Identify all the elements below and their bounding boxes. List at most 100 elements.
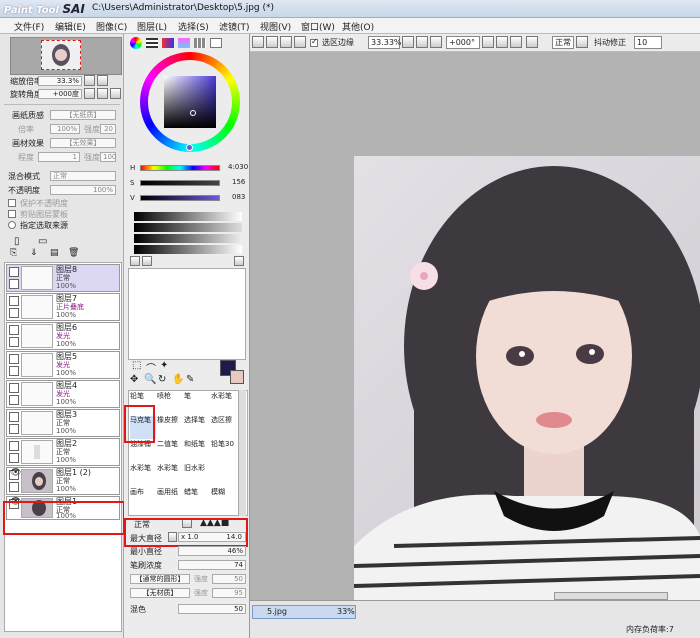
deselect-button[interactable]: [252, 36, 264, 48]
paper-scale-field[interactable]: 100%: [50, 124, 80, 134]
layer-row-4[interactable]: 图层4 发光 100%: [6, 380, 120, 408]
color-wheel[interactable]: [140, 52, 240, 152]
menu-filter[interactable]: 滤镜(T): [219, 20, 250, 33]
new-folder-icon[interactable]: ▭: [38, 236, 47, 247]
secondary-color-swatch[interactable]: [230, 370, 244, 384]
visibility-toggle[interactable]: [9, 325, 19, 335]
lock-toggle[interactable]: [9, 337, 19, 347]
rotate-right-button[interactable]: [496, 36, 508, 48]
menu-select[interactable]: 选择(S): [178, 20, 209, 33]
rotate-reset-button[interactable]: [510, 36, 522, 48]
menu-other[interactable]: 其他(O): [342, 20, 374, 33]
visibility-toggle[interactable]: 👁: [9, 468, 21, 480]
lock-toggle[interactable]: [9, 366, 19, 376]
clip-mask-checkbox[interactable]: [8, 210, 16, 218]
paper-texture-select[interactable]: 【无纸质】: [50, 110, 116, 120]
selection-source-radio[interactable]: [8, 221, 16, 229]
stabilizer-field[interactable]: 10: [634, 36, 662, 49]
mode-field[interactable]: 正常: [552, 36, 574, 49]
opacity-slider[interactable]: 100%: [50, 185, 116, 195]
brush-paper[interactable]: 画用纸: [157, 488, 183, 511]
eyedropper-icon[interactable]: ✎: [186, 374, 194, 385]
select-rect-icon[interactable]: ⬚: [132, 360, 141, 371]
scratchpad-area[interactable]: [128, 268, 246, 360]
brush-texture-strength[interactable]: 95: [212, 588, 246, 598]
brush-select-pen[interactable]: 选择笔: [184, 416, 210, 439]
brush-watercolor-2[interactable]: 水彩笔: [130, 464, 156, 487]
mode-dropdown[interactable]: [576, 36, 588, 48]
brush-texture-select[interactable]: 【无材质】: [130, 588, 190, 598]
visibility-toggle[interactable]: [9, 412, 19, 422]
scratchpad-tab-icon[interactable]: [210, 38, 222, 48]
menu-file[interactable]: 文件(F): [14, 20, 44, 33]
brush-shape-select[interactable]: 【通常的圆形】: [130, 574, 190, 584]
visibility-toggle[interactable]: [9, 383, 19, 393]
lock-toggle[interactable]: [9, 482, 19, 492]
paper-effect-strength-field[interactable]: 100: [100, 152, 116, 162]
layer-row-7[interactable]: 图层7 正片叠底 100%: [6, 293, 120, 321]
clear-layer-icon[interactable]: ▤: [50, 248, 59, 258]
brush-watercolor[interactable]: 水彩笔: [211, 392, 237, 415]
zoom-in-button[interactable]: [416, 36, 428, 48]
brush-select-eraser[interactable]: 选区擦: [211, 416, 237, 439]
menu-view[interactable]: 视图(V): [260, 20, 291, 33]
layer-row-5[interactable]: 图层5 发光 100%: [6, 351, 120, 379]
canvas-area[interactable]: [250, 52, 700, 600]
zoom-value[interactable]: 33.3%: [38, 76, 82, 86]
zoom-icon[interactable]: 🔍: [144, 374, 156, 385]
lock-toggle[interactable]: [9, 308, 19, 318]
magic-wand-icon[interactable]: ✦: [160, 360, 168, 371]
color-picker-marker[interactable]: [190, 110, 196, 116]
invert-button[interactable]: [266, 36, 278, 48]
hue-slider[interactable]: [140, 165, 220, 171]
layer-row-1-copy[interactable]: 👁 图层1 (2) 正常 100%: [6, 467, 120, 495]
menu-edit[interactable]: 编辑(E): [55, 20, 86, 33]
brush-washi[interactable]: 和纸笔: [184, 440, 210, 463]
lock-toggle[interactable]: [9, 395, 19, 405]
merge-layer-icon[interactable]: ⇓: [30, 248, 38, 258]
swatch-remove-button[interactable]: [142, 256, 152, 266]
density-field[interactable]: 74: [178, 560, 246, 570]
lock-toggle[interactable]: [9, 424, 19, 434]
color-wheel-tab-icon[interactable]: [130, 37, 142, 49]
zoom-out-nav-button[interactable]: [97, 75, 108, 86]
document-tab[interactable]: 5.jpg 33%: [252, 605, 356, 619]
zoom-field[interactable]: 33.33%: [368, 36, 402, 49]
gradient-tab-icon[interactable]: [178, 38, 190, 48]
saturation-value-square[interactable]: [164, 76, 216, 128]
visibility-toggle[interactable]: [9, 354, 19, 364]
swatch-tab-icon[interactable]: [194, 38, 206, 48]
menu-layer[interactable]: 图层(L): [137, 20, 167, 33]
menu-image[interactable]: 图像(C): [96, 20, 127, 33]
swatch-add-button[interactable]: [130, 256, 140, 266]
visibility-toggle[interactable]: [9, 296, 19, 306]
delete-layer-icon[interactable]: 🗑: [68, 248, 79, 258]
brush-shape-strength[interactable]: 50: [212, 574, 246, 584]
visibility-toggle[interactable]: [9, 441, 19, 451]
layer-row-3[interactable]: 图层3 正常 100%: [6, 409, 120, 437]
brush-canvas[interactable]: 画布: [130, 488, 156, 511]
navigator-preview[interactable]: [10, 37, 122, 75]
selection-edge-checkbox[interactable]: ✓: [310, 37, 318, 47]
hand-icon[interactable]: ✋: [172, 374, 184, 385]
menu-window[interactable]: 窗口(W): [301, 20, 335, 33]
new-layer-icon[interactable]: ▯: [14, 236, 20, 247]
saturation-slider[interactable]: [140, 180, 220, 186]
brush-blur[interactable]: 模糊: [211, 488, 237, 511]
mix-field[interactable]: 50: [178, 604, 246, 614]
layer-row-2[interactable]: 图层2 正常 100%: [6, 438, 120, 466]
min-size-field[interactable]: 46%: [178, 546, 246, 556]
lock-toggle[interactable]: [9, 279, 19, 289]
rotate-right-nav-button[interactable]: [97, 88, 108, 99]
rotation-field[interactable]: +000°: [446, 36, 480, 49]
brush-bucket[interactable]: 油漆桶: [130, 440, 156, 463]
brush-grid-scrollbar[interactable]: [238, 390, 246, 516]
brush-pen[interactable]: 笔: [184, 392, 210, 415]
zoom-in-nav-button[interactable]: [84, 75, 95, 86]
paper-degree-field[interactable]: 1: [38, 152, 80, 162]
fill-button[interactable]: [294, 36, 306, 48]
lasso-icon[interactable]: ⌒: [146, 360, 156, 375]
brush-binary[interactable]: 二值笔: [157, 440, 183, 463]
value-slider[interactable]: [140, 195, 220, 201]
blend-mode-select[interactable]: 正常: [50, 171, 116, 181]
